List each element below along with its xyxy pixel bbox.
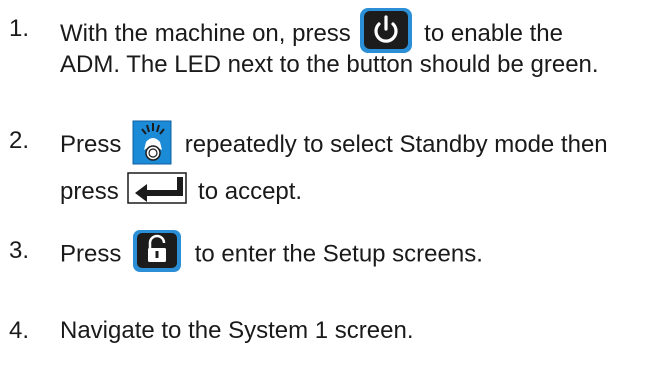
step-number: 1. <box>9 15 30 42</box>
step-text: to enable the <box>424 19 563 47</box>
step-text: to enter the Setup screens. <box>194 240 483 268</box>
step-text: press <box>60 178 119 205</box>
step-line: Navigate to the System 1 screen. <box>60 313 414 349</box>
step-line: Press to enter the Setup screens. <box>60 230 483 277</box>
step-number: 2. <box>9 127 30 154</box>
step-text: Press <box>60 240 122 268</box>
step-number: 3. <box>9 237 30 264</box>
step-text: repeatedly to select Standby mode then <box>184 130 608 158</box>
step-text: to accept. <box>198 178 303 205</box>
mode-button-icon <box>132 120 172 165</box>
step-line: press to accept. <box>60 171 303 210</box>
step-line: Press repeatedly to select Standby mode … <box>60 120 608 168</box>
step-line: ADM. The LED next to the button should b… <box>60 47 599 83</box>
step-text: Navigate to the System 1 screen. <box>60 317 414 344</box>
step-text: Press <box>60 130 122 158</box>
enter-button-icon <box>127 171 188 204</box>
step-text: ADM. The LED next to the button should b… <box>60 51 599 78</box>
step-number: 4. <box>9 317 30 344</box>
step-text: With the machine on, press <box>60 19 351 47</box>
lock-button-icon <box>132 229 182 273</box>
